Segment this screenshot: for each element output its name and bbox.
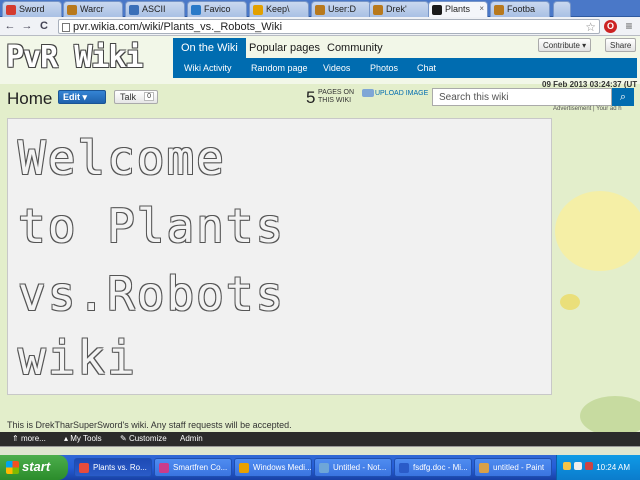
contribute-button[interactable]: Contribute ▾ — [538, 38, 592, 52]
talk-count-badge: 0 — [144, 92, 154, 101]
nav-tab-popular-pages[interactable]: Popular pages — [241, 38, 328, 58]
subnav-wiki-activity[interactable]: Wiki Activity — [184, 63, 232, 73]
browser-tab-strip: Sword Warcr ASCII Favico Keep\ User:D Dr… — [0, 0, 640, 18]
windows-logo-icon — [6, 461, 19, 474]
taskbar-item-word[interactable]: fsdfg.doc - Mi... — [394, 458, 472, 477]
wikia-icon — [494, 5, 504, 15]
wikia-icon — [67, 5, 77, 15]
advertisement-label: Advertisement | Your ad h — [553, 106, 622, 112]
wikia-icon — [432, 5, 442, 15]
background-sun-shape — [555, 191, 640, 271]
wikia-icon — [373, 5, 383, 15]
page-count-label: PAGES ON THIS WIKI — [318, 89, 355, 104]
word-icon — [399, 463, 409, 473]
background-spot-shape — [560, 294, 580, 310]
youtube-icon — [6, 5, 16, 15]
browser-tab-1[interactable]: Sword — [2, 1, 62, 17]
smartfren-icon — [159, 463, 169, 473]
browser-tab-5[interactable]: Keep\ — [249, 1, 309, 17]
browser-tab-3[interactable]: ASCII — [125, 1, 185, 17]
wiki-subnav: Wiki Activity Random page Videos Photos … — [173, 58, 637, 78]
system-tray: 10:24 AM — [556, 455, 640, 480]
browser-tab-active[interactable]: Plants × — [428, 1, 488, 18]
tray-icon-3[interactable] — [585, 462, 593, 470]
search-button[interactable]: ⌕ — [612, 88, 634, 106]
new-tab-button[interactable] — [553, 1, 571, 17]
search-input[interactable]: Search this wiki — [432, 88, 612, 106]
wikia-icon — [315, 5, 325, 15]
edit-button[interactable]: Edit ▾ — [58, 90, 106, 104]
admin-link[interactable]: Admin — [180, 434, 203, 443]
opera-extension-icon[interactable]: O — [604, 20, 617, 33]
start-button[interactable]: start — [0, 455, 68, 480]
browser-tab-4[interactable]: Favico — [187, 1, 247, 17]
article-content: Welcome to Plants vs.Robots wiki — [7, 118, 552, 395]
ascii-art-line-2: to Plants — [18, 199, 286, 253]
my-tools-link[interactable]: ▴ My Tools — [64, 434, 102, 443]
media-player-icon — [239, 463, 249, 473]
browser-tab-9[interactable]: Footba — [490, 1, 550, 17]
back-icon[interactable]: ← — [3, 19, 17, 33]
subnav-random-page[interactable]: Random page — [251, 63, 308, 73]
footer-text: This is DrekTharSuperSword's wiki. Any s… — [7, 420, 292, 430]
tray-icon-2[interactable] — [574, 462, 582, 470]
keepvid-icon — [253, 5, 263, 15]
page-title: Home — [7, 89, 53, 108]
subnav-chat[interactable]: Chat — [417, 63, 436, 73]
browser-tab-6[interactable]: User:D — [311, 1, 371, 17]
ascii-art-line-1: Welcome — [18, 131, 226, 185]
subnav-videos[interactable]: Videos — [323, 63, 350, 73]
clock: 10:24 AM — [596, 463, 630, 472]
nav-tab-community[interactable]: Community — [319, 38, 391, 58]
taskbar-item-chrome[interactable]: Plants vs. Ro... — [74, 458, 152, 477]
upload-image-icon — [362, 89, 374, 97]
wikia-toolbar: ⇑ more... ▴ My Tools ✎ Customize Admin — [0, 432, 640, 446]
url-input[interactable]: pvr.wikia.com/wiki/Plants_vs._Robots_Wik… — [58, 19, 600, 34]
taskbar-item-smartfren[interactable]: Smartfren Co... — [154, 458, 232, 477]
address-bar-row: ← → C pvr.wikia.com/wiki/Plants_vs._Robo… — [0, 17, 640, 36]
close-tab-icon[interactable]: × — [479, 4, 484, 13]
wiki-logo[interactable]: PvR Wiki — [6, 40, 143, 75]
favicon-icon — [191, 5, 201, 15]
taskbar-item-notepad[interactable]: Untitled - Not... — [314, 458, 392, 477]
windows-taskbar: start Plants vs. Ro... Smartfren Co... W… — [0, 455, 640, 480]
chrome-icon — [79, 463, 89, 473]
upload-image-link[interactable]: UPLOAD IMAGE — [362, 89, 428, 97]
taskbar-item-media-player[interactable]: Windows Medi... — [234, 458, 312, 477]
status-gap — [0, 446, 640, 455]
bookmark-star-icon[interactable]: ☆ — [585, 20, 596, 34]
browser-tab-7[interactable]: Drek' — [369, 1, 429, 17]
talk-button[interactable]: Talk 0 — [114, 90, 158, 104]
tray-icon-1[interactable] — [563, 462, 571, 470]
talk-button-label: Talk — [120, 92, 137, 102]
wiki-nav: On the Wiki Popular pages Community — [173, 38, 537, 58]
page-icon — [62, 23, 70, 32]
notepad-icon — [319, 463, 329, 473]
url-text: pvr.wikia.com/wiki/Plants_vs._Robots_Wik… — [73, 21, 283, 33]
reload-icon[interactable]: C — [37, 19, 51, 33]
wiki-page: PvR Wiki On the Wiki Popular pages Commu… — [0, 36, 640, 432]
page-count: 5 — [306, 88, 316, 107]
edit-button-label: Edit ▾ — [63, 92, 88, 102]
share-button[interactable]: Share — [605, 38, 637, 52]
ascii-icon — [129, 5, 139, 15]
more-link[interactable]: ⇑ more... — [12, 434, 46, 443]
browser-tab-2[interactable]: Warcr — [63, 1, 123, 17]
search-icon: ⌕ — [619, 91, 627, 103]
ascii-art-line-3: vs.Robots — [18, 267, 286, 321]
background-hill-shape — [580, 396, 640, 432]
customize-link[interactable]: ✎ Customize — [120, 434, 167, 443]
subnav-photos[interactable]: Photos — [370, 63, 398, 73]
forward-icon[interactable]: → — [20, 19, 34, 33]
ascii-art-line-4: wiki — [18, 331, 137, 385]
taskbar-item-paint[interactable]: untitled - Paint — [474, 458, 552, 477]
paint-icon — [479, 463, 489, 473]
nav-tab-on-the-wiki[interactable]: On the Wiki — [173, 38, 246, 58]
wrench-menu-icon[interactable]: ≡ — [622, 20, 636, 33]
